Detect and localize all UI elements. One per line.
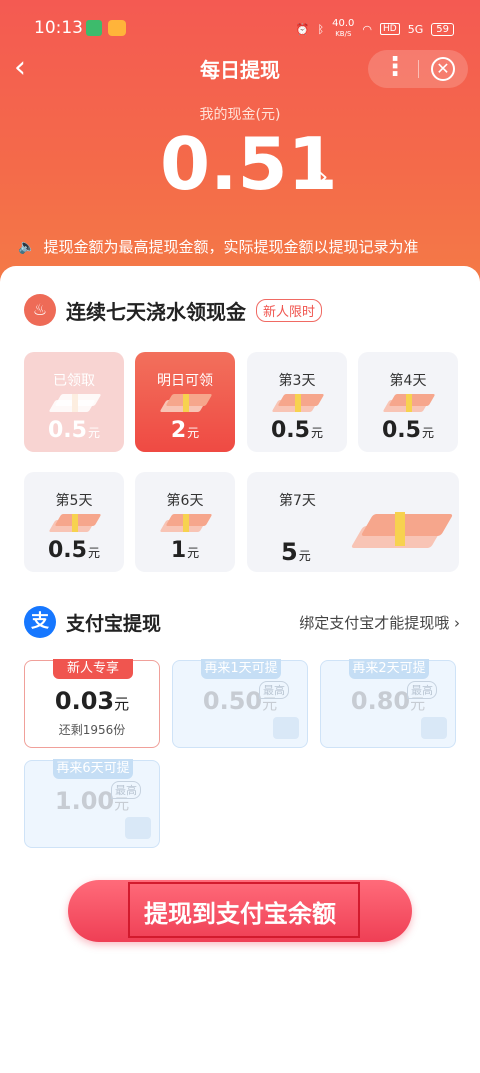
wechat-notification-icon bbox=[86, 20, 102, 36]
mini-program-capsule: ⋮ ✕ bbox=[368, 50, 468, 88]
day-value: 0.5元 bbox=[247, 418, 347, 443]
network-speed-unit: KB/S bbox=[335, 30, 352, 38]
option-amount-unit: 元 bbox=[114, 695, 130, 713]
withdraw-option-day6[interactable]: 再来6天可提 1.00元 最高 bbox=[24, 759, 160, 848]
streak-header: ♨ 连续七天浇水领现金 新人限时 bbox=[24, 294, 323, 326]
alipay-header: 支 支付宝提现 绑定支付宝才能提现哦 › bbox=[24, 606, 460, 638]
option-head: 再来1天可提 bbox=[201, 659, 281, 679]
day-label: 第6天 bbox=[166, 493, 204, 509]
day-amount: 0.5 bbox=[382, 418, 421, 443]
day-tile-7[interactable]: 第7天 5元 bbox=[247, 472, 459, 572]
notice-text: 提现金额为最高提现金额，实际提现金额以提现记录为准 bbox=[43, 238, 419, 256]
day-tile-5[interactable]: 第5天 0.5元 bbox=[24, 472, 124, 572]
battery-indicator: 59 bbox=[431, 22, 454, 36]
option-head: 再来2天可提 bbox=[349, 659, 429, 679]
alarm-icon: ⏰ bbox=[295, 22, 310, 36]
day-unit: 元 bbox=[421, 426, 434, 440]
day-tile-tomorrow[interactable]: 明日可领 2元 bbox=[135, 352, 235, 452]
alipay-title: 支付宝提现 bbox=[66, 612, 162, 635]
max-badge: 最高 bbox=[407, 681, 437, 699]
day-value: 5元 bbox=[281, 538, 311, 566]
option-remaining: 还剩1956份 bbox=[58, 723, 126, 737]
cash-stack-icon bbox=[159, 392, 213, 414]
withdraw-option-day2[interactable]: 再来2天可提 0.80元 最高 bbox=[320, 659, 456, 748]
option-head: 新人专享 bbox=[53, 659, 133, 679]
day-amount: 0.5 bbox=[271, 418, 310, 443]
day-label: 已领取 bbox=[53, 373, 95, 389]
option-head: 再来6天可提 bbox=[53, 759, 133, 779]
day-unit: 元 bbox=[187, 426, 200, 440]
day-unit: 元 bbox=[298, 549, 311, 563]
more-options-icon[interactable]: ⋮ bbox=[382, 52, 408, 82]
cash-stack-icon bbox=[48, 512, 102, 534]
lock-icon bbox=[273, 717, 299, 739]
withdraw-button-label: 提现到支付宝余额 bbox=[144, 900, 336, 928]
day-amount: 0.5 bbox=[48, 418, 87, 443]
day-tile-3[interactable]: 第3天 0.5元 bbox=[247, 352, 347, 452]
day-amount: 5 bbox=[281, 538, 298, 566]
option-amount-value: 0.03 bbox=[54, 687, 115, 715]
day-value: 1元 bbox=[135, 538, 235, 563]
day-label: 明日可领 bbox=[157, 373, 213, 389]
withdraw-option-day1[interactable]: 再来1天可提 0.50元 最高 bbox=[172, 659, 308, 748]
day-unit: 元 bbox=[310, 426, 323, 440]
cash-detail-arrow-icon[interactable]: › bbox=[318, 162, 328, 192]
option-amount-value: 0.80 bbox=[350, 687, 411, 715]
option-amount-value: 1.00 bbox=[54, 787, 115, 815]
cash-amount[interactable]: 0.51 bbox=[160, 122, 338, 206]
speaker-icon: 🔈 bbox=[18, 238, 36, 255]
withdraw-option-new-user[interactable]: 新人专享 0.03元 还剩1956份 bbox=[24, 659, 160, 748]
option-amount-value: 0.50 bbox=[202, 687, 263, 715]
cash-stack-icon bbox=[271, 392, 325, 414]
lock-icon bbox=[125, 817, 151, 839]
new-user-tag: 新人限时 bbox=[256, 298, 323, 322]
signal-icon: 5G bbox=[407, 22, 424, 36]
bluetooth-icon: ᛒ bbox=[317, 22, 325, 36]
cash-label: 我的现金(元) bbox=[199, 107, 281, 123]
streak-title: 连续七天浇水领现金 bbox=[66, 299, 246, 324]
network-speed: 40.0 KB/S bbox=[332, 19, 354, 39]
weibo-notification-icon bbox=[108, 20, 126, 36]
capsule-divider bbox=[418, 60, 419, 78]
day-amount: 1 bbox=[170, 538, 187, 563]
lock-icon bbox=[421, 717, 447, 739]
cash-stack-icon bbox=[48, 392, 102, 414]
day-label: 第3天 bbox=[278, 373, 316, 389]
withdraw-to-alipay-button[interactable]: 提现到支付宝余额 bbox=[68, 880, 412, 942]
day-value: 0.5元 bbox=[24, 418, 124, 443]
day-tile-4[interactable]: 第4天 0.5元 bbox=[358, 352, 458, 452]
alipay-icon: 支 bbox=[24, 606, 56, 638]
day-amount: 0.5 bbox=[48, 538, 87, 563]
hd-badge: HD bbox=[380, 23, 400, 35]
cash-stack-icon bbox=[159, 512, 213, 534]
network-speed-value: 40.0 bbox=[332, 18, 355, 29]
day-label: 第4天 bbox=[389, 373, 427, 389]
nav-bar: ‹ 每日提现 ⋮ ✕ bbox=[0, 46, 480, 92]
close-icon[interactable]: ✕ bbox=[431, 57, 455, 81]
status-bar: 10:13 ⏰ ᛒ 40.0 KB/S ◠ HD 5G 59 bbox=[0, 0, 480, 46]
day-value: 2元 bbox=[135, 418, 235, 443]
status-time: 10:13 bbox=[34, 18, 83, 38]
max-badge: 最高 bbox=[111, 781, 141, 799]
day-unit: 元 bbox=[187, 546, 200, 560]
big-cash-stack-icon bbox=[350, 506, 454, 552]
day-unit: 元 bbox=[87, 546, 100, 560]
wifi-icon: ◠ bbox=[362, 22, 373, 36]
status-icons: ⏰ ᛒ 40.0 KB/S ◠ HD 5G 59 bbox=[296, 19, 454, 39]
day-unit: 元 bbox=[87, 426, 100, 440]
bind-alipay-link[interactable]: 绑定支付宝才能提现哦 › bbox=[299, 612, 460, 633]
day-value: 0.5元 bbox=[24, 538, 124, 563]
day-tile-claimed: 已领取 0.5元 bbox=[24, 352, 124, 452]
option-amount: 0.03元 bbox=[25, 687, 159, 715]
day-label: 第5天 bbox=[55, 493, 93, 509]
notice-bar: 🔈 提现金额为最高提现金额，实际提现金额以提现记录为准 bbox=[18, 236, 418, 257]
day-tile-6[interactable]: 第6天 1元 bbox=[135, 472, 235, 572]
cash-stack-icon bbox=[382, 392, 436, 414]
max-badge: 最高 bbox=[259, 681, 289, 699]
day-value: 0.5元 bbox=[358, 418, 458, 443]
watering-can-icon: ♨ bbox=[24, 294, 56, 326]
day-amount: 2 bbox=[170, 418, 187, 443]
